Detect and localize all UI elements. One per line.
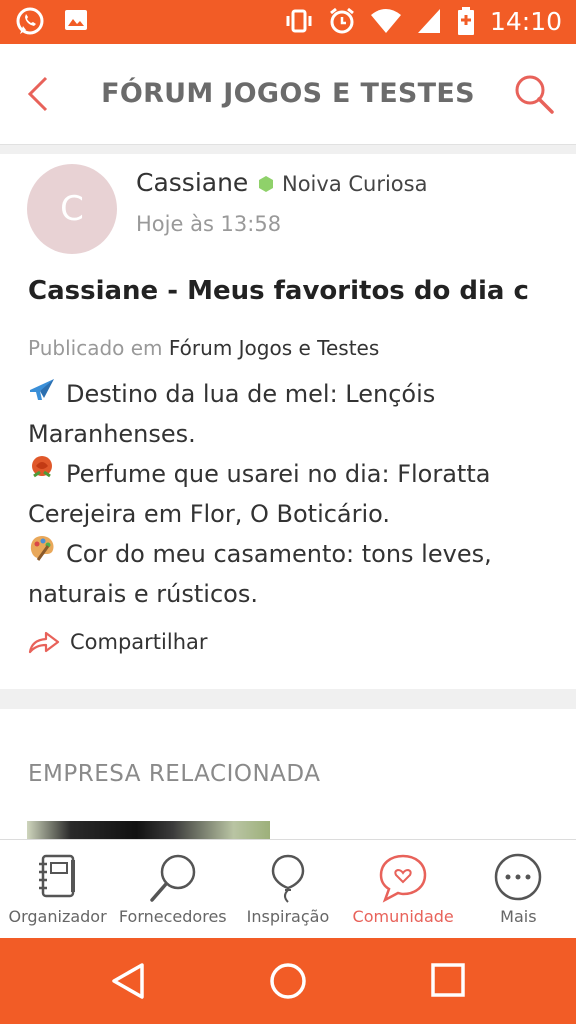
- wifi-icon: [370, 9, 401, 33]
- nav-item-comunidade[interactable]: Comunidade: [346, 840, 461, 939]
- badge-label: Noiva Curiosa: [282, 172, 428, 196]
- nav-label: Comunidade: [352, 907, 454, 926]
- bottom-nav: Organizador Fornecedores Inspiração Comu…: [0, 839, 576, 938]
- post-timestamp: Hoje às 13:58: [136, 212, 282, 236]
- post-line-text: Destino da lua de mel: Lençóis Maranhens…: [28, 380, 436, 448]
- post-line: Cor do meu casamento: tons leves, natura…: [28, 534, 548, 614]
- related-company-section: EMPRESA RELACIONADA: [0, 709, 576, 839]
- share-button[interactable]: Compartilhar: [28, 630, 208, 654]
- post-line: Destino da lua de mel: Lençóis Maranhens…: [28, 374, 548, 454]
- post-card: C Cassiane Noiva Curiosa Hoje às 13:58 C…: [0, 154, 576, 689]
- post-line-text: Perfume que usarei no dia: Floratta Cere…: [28, 460, 491, 528]
- more-icon: [495, 853, 542, 901]
- published-info: Publicado em Fórum Jogos e Testes: [28, 336, 379, 360]
- nav-item-mais[interactable]: Mais: [461, 840, 576, 939]
- home-circle-icon[interactable]: [269, 962, 307, 1000]
- chat-heart-icon: [379, 854, 427, 903]
- nav-label: Organizador: [8, 907, 107, 926]
- back-triangle-icon[interactable]: [110, 962, 146, 1000]
- image-icon: [65, 10, 87, 30]
- post-title: Cassiane - Meus favoritos do dia c: [28, 276, 529, 306]
- nav-item-fornecedores[interactable]: Fornecedores: [115, 840, 230, 939]
- related-heading: EMPRESA RELACIONADA: [28, 761, 321, 787]
- avatar[interactable]: C: [27, 164, 117, 254]
- status-bar: 14:10: [0, 0, 576, 44]
- airplane-icon: [28, 374, 56, 414]
- palette-icon: [28, 534, 56, 574]
- nav-item-inspiracao[interactable]: Inspiração: [230, 840, 345, 939]
- forum-link[interactable]: Fórum Jogos e Testes: [169, 336, 379, 360]
- chevron-left-icon[interactable]: [20, 74, 60, 114]
- page-title: FÓRUM JOGOS E TESTES: [101, 78, 475, 109]
- avatar-letter: C: [60, 189, 84, 229]
- hexagon-icon: [259, 176, 273, 192]
- post-line-text: Cor do meu casamento: tons leves, natura…: [28, 540, 492, 608]
- share-label: Compartilhar: [70, 630, 208, 654]
- alarm-icon: [330, 7, 354, 34]
- share-icon: [28, 631, 60, 654]
- nav-item-organizador[interactable]: Organizador: [0, 840, 115, 939]
- status-time: 14:10: [489, 6, 562, 36]
- nav-label: Inspiração: [246, 907, 330, 926]
- author-name[interactable]: Cassiane: [136, 168, 248, 197]
- status-badge: Noiva Curiosa: [258, 172, 427, 196]
- search-icon: [150, 854, 196, 902]
- nav-label: Mais: [500, 907, 537, 926]
- recents-square-icon[interactable]: [430, 962, 466, 998]
- battery-icon: [457, 7, 474, 35]
- rose-icon: [28, 454, 56, 494]
- whatsapp-icon: [16, 7, 44, 35]
- nav-label: Fornecedores: [118, 907, 227, 926]
- company-thumbnail[interactable]: [27, 821, 270, 839]
- post-body: Destino da lua de mel: Lençóis Maranhens…: [28, 374, 548, 614]
- published-prefix: Publicado em: [28, 336, 163, 360]
- app-header: FÓRUM JOGOS E TESTES: [0, 44, 576, 145]
- balloon-icon: [271, 854, 305, 903]
- system-nav-bar: [0, 938, 576, 1024]
- signal-icon: [417, 9, 440, 33]
- planner-icon: [38, 854, 75, 898]
- vibrate-icon: [286, 9, 312, 33]
- post-line: Perfume que usarei no dia: Floratta Cere…: [28, 454, 548, 534]
- search-icon[interactable]: [512, 72, 556, 116]
